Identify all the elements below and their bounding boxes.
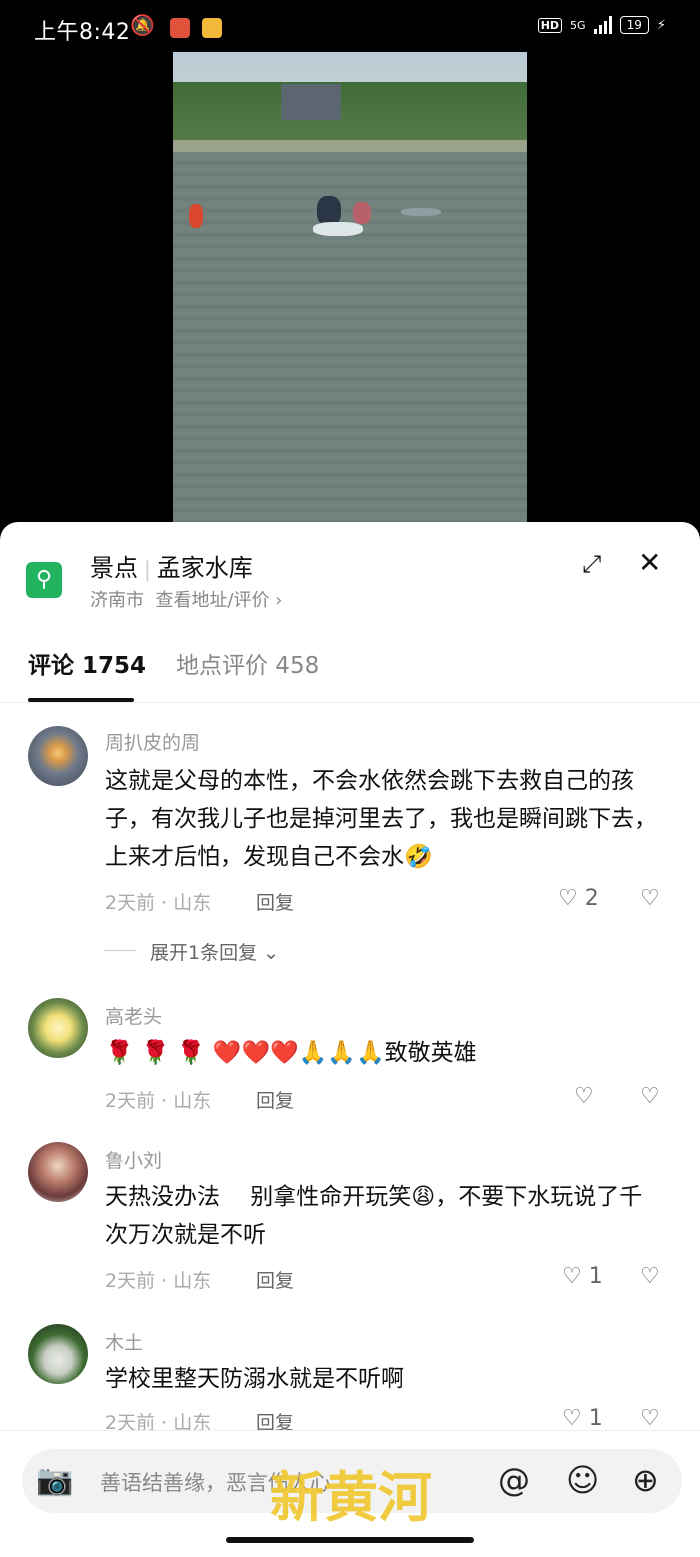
- battery-icon: 19: [619, 16, 649, 34]
- video-player[interactable]: [0, 52, 700, 532]
- location-link[interactable]: 查看地址/评价 ›: [155, 590, 282, 611]
- emoji-icon[interactable]: ☺: [566, 1461, 599, 1499]
- avatar[interactable]: [28, 1142, 88, 1202]
- comment-text: 这就是父母的本性，不会水依然会跳下去救自己的孩子，有次我儿子也是掉河里去了，我也…: [105, 768, 657, 870]
- like-count: 1: [588, 1406, 603, 1431]
- home-indicator[interactable]: [226, 1537, 474, 1543]
- mute-icon: 🔕: [130, 13, 155, 37]
- comment-username[interactable]: 鲁小刘: [105, 1146, 162, 1173]
- video-frame: [173, 52, 527, 532]
- heart-icon: ♡: [562, 1406, 582, 1431]
- watermark-logo: 新黄河: [270, 1465, 432, 1529]
- comment-meta: 2天前 · 山东: [105, 1270, 212, 1292]
- heart-icon: ♡: [562, 1264, 582, 1289]
- close-icon[interactable]: ✕: [638, 546, 661, 579]
- status-right: HD 5G 19 ⚡: [537, 16, 666, 34]
- like-count: 2: [584, 886, 599, 911]
- dislike-icon[interactable]: ♡: [640, 886, 660, 911]
- active-tab-indicator: [28, 698, 134, 702]
- comments-sheet: ⚲ 景点 | 孟家水库 济南市 查看地址/评价 › ⤢ ✕ 评论 1754 地点评价…: [0, 522, 700, 1556]
- location-city: 济南市: [90, 590, 144, 611]
- at-mention-icon[interactable]: @: [498, 1461, 530, 1499]
- location-category: 景点: [90, 554, 138, 582]
- battery-level: 19: [626, 18, 642, 32]
- like-count: 1: [588, 1264, 603, 1289]
- network-label: 5G: [570, 18, 586, 32]
- hd-icon: HD: [537, 17, 563, 33]
- title-separator: |: [144, 557, 151, 581]
- status-bar: 上午8:42 🔕 HD 5G 19 ⚡: [0, 0, 700, 52]
- comment-input-bar: 📷 善语结善缘，恶言伤人心 新黄河 @ ☺ ⊕: [0, 1430, 700, 1557]
- location-pin-icon: ⚲: [26, 562, 62, 598]
- tab-place-reviews[interactable]: 地点评价 458: [176, 646, 319, 680]
- lake-water: [173, 152, 527, 532]
- dislike-icon[interactable]: ♡: [640, 1084, 660, 1109]
- like-button[interactable]: ♡ 1: [562, 1264, 603, 1289]
- reply-button[interactable]: 回复: [256, 1266, 294, 1293]
- expand-icon[interactable]: ⤢: [582, 550, 601, 578]
- swimmer-3: [401, 208, 441, 216]
- heart-icon: ♡: [574, 1084, 594, 1109]
- video-app-icon: [170, 18, 190, 38]
- swimmer-1: [189, 204, 203, 228]
- like-button[interactable]: ♡ 1: [562, 1406, 603, 1431]
- charging-icon: ⚡: [656, 17, 666, 33]
- location-subtitle[interactable]: 济南市 查看地址/评价 ›: [90, 586, 282, 612]
- comment-text: 🌹 🌹 🌹 ❤️❤️❤️🙏🙏🙏致敬英雄: [105, 1040, 477, 1066]
- camera-icon[interactable]: 📷: [36, 1463, 73, 1498]
- tab-bar: 评论 1754 地点评价 458: [0, 632, 700, 703]
- comment-username[interactable]: 周扒皮的周: [105, 728, 200, 755]
- folder-app-icon: [202, 18, 222, 38]
- avatar[interactable]: [28, 998, 88, 1058]
- avatar[interactable]: [28, 726, 88, 786]
- splash: [313, 222, 363, 236]
- expand-divider: [104, 950, 136, 951]
- comment-meta: 2天前 · 山东: [105, 1090, 212, 1112]
- status-time: 上午8:42: [34, 20, 131, 45]
- like-button[interactable]: ♡: [574, 1084, 594, 1109]
- location-title[interactable]: 景点 | 孟家水库: [90, 548, 253, 583]
- swimmer-2: [353, 202, 371, 224]
- location-name: 孟家水库: [156, 554, 253, 582]
- tab-comments[interactable]: 评论 1754: [28, 646, 146, 680]
- comment-username[interactable]: 木土: [105, 1328, 143, 1355]
- like-button[interactable]: ♡ 2: [558, 886, 599, 911]
- house: [281, 84, 341, 120]
- expand-replies-button[interactable]: 展开1条回复 ⌄: [150, 938, 279, 965]
- plus-icon[interactable]: ⊕: [632, 1461, 659, 1499]
- dislike-icon[interactable]: ♡: [640, 1264, 660, 1289]
- comment-username[interactable]: 高老头: [105, 1002, 162, 1029]
- reply-button[interactable]: 回复: [256, 888, 294, 915]
- dislike-icon[interactable]: ♡: [640, 1406, 660, 1431]
- avatar[interactable]: [28, 1324, 88, 1384]
- comment-text: 天热没办法 别拿性命开玩笑😩，不要下水玩说了千次万次就是不听: [105, 1184, 643, 1248]
- comment-meta: 2天前 · 山东: [105, 892, 212, 914]
- signal-icon: [593, 16, 612, 34]
- comment-text: 学校里整天防溺水就是不听啊: [105, 1366, 404, 1392]
- heart-icon: ♡: [558, 886, 578, 911]
- reply-button[interactable]: 回复: [256, 1086, 294, 1113]
